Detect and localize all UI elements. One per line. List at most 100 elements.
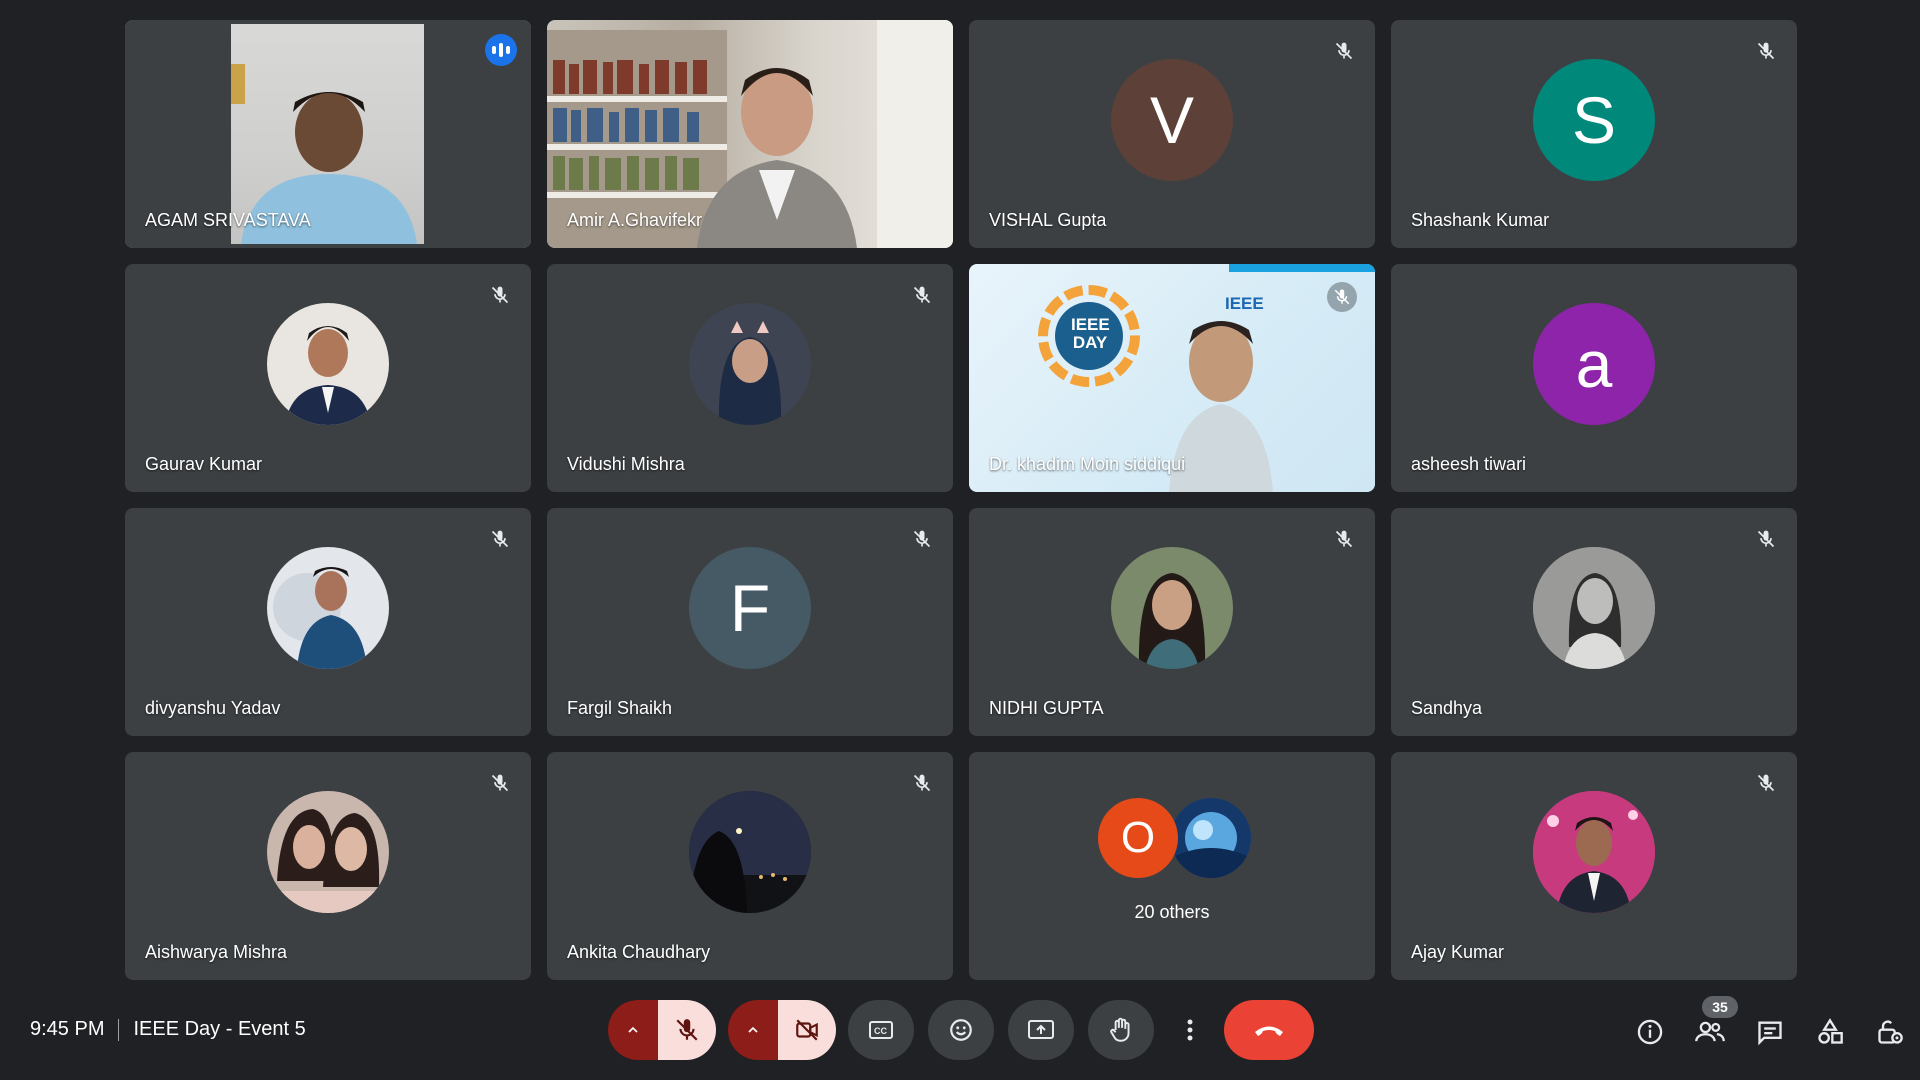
mic-off-icon <box>1327 282 1357 312</box>
others-avatar: O <box>1098 798 1178 878</box>
participant-avatar-photo <box>267 303 389 425</box>
participant-avatar-photo <box>1533 791 1655 913</box>
participant-name: Gaurav Kumar <box>145 454 263 474</box>
participant-avatar-photo <box>1111 547 1233 669</box>
meeting-details-button[interactable] <box>1620 1004 1680 1060</box>
mic-off-icon <box>487 526 513 552</box>
participant-name: Shashank Kumar <box>1411 210 1550 230</box>
speaking-indicator-icon <box>485 34 517 66</box>
meeting-info: 9:45 PM IEEE Day - Event 5 <box>30 1018 306 1041</box>
people-button[interactable]: 35 <box>1680 996 1740 1060</box>
more-vert-icon <box>1187 1019 1193 1041</box>
participant-tile-ajay[interactable]: Ajay Kumar <box>1391 752 1797 980</box>
participant-tile-agam[interactable]: AGAM SRIVASTAVA <box>125 20 531 248</box>
svg-text:CC: CC <box>874 1026 887 1036</box>
camera-off-icon <box>796 1019 818 1041</box>
host-controls-icon <box>1878 1020 1903 1044</box>
leave-call-button[interactable] <box>1224 1000 1314 1060</box>
call-controls: CC <box>608 1000 1314 1060</box>
participant-name: Vidushi Mishra <box>567 454 685 474</box>
participant-grid: AGAM SRIVASTAVA Amir A.Ghavifekr V VISHA… <box>125 20 1797 980</box>
meeting-time: 9:45 PM <box>30 1018 105 1040</box>
participant-name: NIDHI GUPTA <box>989 698 1104 718</box>
host-controls-button[interactable] <box>1860 1004 1920 1060</box>
camera-control-group <box>728 1000 836 1060</box>
mic-off-icon <box>1753 770 1779 796</box>
more-options-button[interactable] <box>1168 1000 1212 1060</box>
side-panel-controls: 35 <box>1620 996 1920 1060</box>
mic-toggle-button[interactable] <box>658 1000 716 1060</box>
participant-tile-vidushi[interactable]: Vidushi Mishra <box>547 264 953 492</box>
participant-tile-khadim[interactable]: IEEE DAY IEEE Dr. khadim Moin siddiqui <box>969 264 1375 492</box>
participant-avatar-photo <box>267 791 389 913</box>
meeting-title: IEEE Day - Event 5 <box>133 1018 306 1040</box>
participant-tile-divyanshu[interactable]: divyanshu Yadav <box>125 508 531 736</box>
chat-button[interactable] <box>1740 1004 1800 1060</box>
participant-tile-aishwarya[interactable]: Aishwarya Mishra <box>125 752 531 980</box>
participant-avatar-photo <box>1533 547 1655 669</box>
mic-off-icon <box>909 770 935 796</box>
others-label: 20 others <box>1134 902 1210 922</box>
chevron-up-icon <box>628 1026 638 1033</box>
participant-tile-gaurav[interactable]: Gaurav Kumar <box>125 264 531 492</box>
participant-tile-fargil[interactable]: F Fargil Shaikh <box>547 508 953 736</box>
captions-button[interactable]: CC <box>848 1000 914 1060</box>
mic-off-icon <box>909 282 935 308</box>
activities-button[interactable] <box>1800 1004 1860 1060</box>
mic-off-icon <box>1331 526 1357 552</box>
participant-name: Sandhya <box>1411 698 1483 718</box>
audio-settings-button[interactable] <box>608 1000 658 1060</box>
mic-off-icon <box>487 770 513 796</box>
mic-off-icon <box>1753 526 1779 552</box>
mic-off-icon <box>676 1019 698 1041</box>
participant-name: Fargil Shaikh <box>567 698 673 718</box>
present-now-button[interactable] <box>1008 1000 1074 1060</box>
ieee-day-badge-line2: DAY <box>1072 333 1108 352</box>
emoji-icon <box>950 1019 972 1041</box>
participant-tile-vishal[interactable]: V VISHAL Gupta <box>969 20 1375 248</box>
mic-off-icon <box>909 526 935 552</box>
participant-name: Ankita Chaudhary <box>567 942 711 962</box>
raise-hand-button[interactable] <box>1088 1000 1154 1060</box>
info-icon <box>1637 1019 1663 1045</box>
people-count-badge: 35 <box>1702 996 1738 1018</box>
ieee-day-badge-line1: IEEE <box>1071 315 1110 334</box>
participant-avatar-photo <box>267 547 389 669</box>
participant-name: VISHAL Gupta <box>989 210 1107 230</box>
participant-name: AGAM SRIVASTAVA <box>145 210 311 230</box>
participant-tile-shashank[interactable]: S Shashank Kumar <box>1391 20 1797 248</box>
people-icon <box>1695 1021 1725 1042</box>
end-call-icon <box>1255 1026 1283 1036</box>
mic-off-icon <box>1331 38 1357 64</box>
participant-name: divyanshu Yadav <box>145 698 281 718</box>
reactions-button[interactable] <box>928 1000 994 1060</box>
participant-tile-sandhya[interactable]: Sandhya <box>1391 508 1797 736</box>
participant-name: asheesh tiwari <box>1411 454 1527 474</box>
participant-avatar-photo <box>689 303 811 425</box>
participant-tile-amir[interactable]: Amir A.Ghavifekr <box>547 20 953 248</box>
raise-hand-icon <box>1110 1017 1130 1042</box>
activities-icon <box>1818 1018 1843 1044</box>
participant-name: Aishwarya Mishra <box>145 942 288 962</box>
mic-off-icon <box>487 282 513 308</box>
meeting-info-divider <box>118 1018 120 1041</box>
participant-tile-nidhi[interactable]: NIDHI GUPTA <box>969 508 1375 736</box>
participant-tile-others[interactable]: O 20 others <box>969 752 1375 980</box>
participant-name: Ajay Kumar <box>1411 942 1505 962</box>
mic-off-icon <box>1753 38 1779 64</box>
mic-control-group <box>608 1000 716 1060</box>
participant-avatar: a <box>1533 303 1655 425</box>
participant-tile-ankita[interactable]: Ankita Chaudhary <box>547 752 953 980</box>
participant-name: Dr. khadim Moin siddiqui <box>989 454 1186 474</box>
participant-avatar: F <box>689 547 811 669</box>
participant-tile-asheesh[interactable]: a asheesh tiwari <box>1391 264 1797 492</box>
captions-icon: CC <box>869 1021 893 1039</box>
ieee-logo-text: IEEE <box>1225 294 1264 313</box>
meet-window: AGAM SRIVASTAVA Amir A.Ghavifekr V VISHA… <box>0 0 1920 1080</box>
participant-avatar: S <box>1533 59 1655 181</box>
video-settings-button[interactable] <box>728 1000 778 1060</box>
camera-toggle-button[interactable] <box>778 1000 836 1060</box>
participant-name: Amir A.Ghavifekr <box>567 210 703 230</box>
chat-icon <box>1758 1021 1782 1046</box>
others-avatar-photo <box>1171 798 1251 878</box>
